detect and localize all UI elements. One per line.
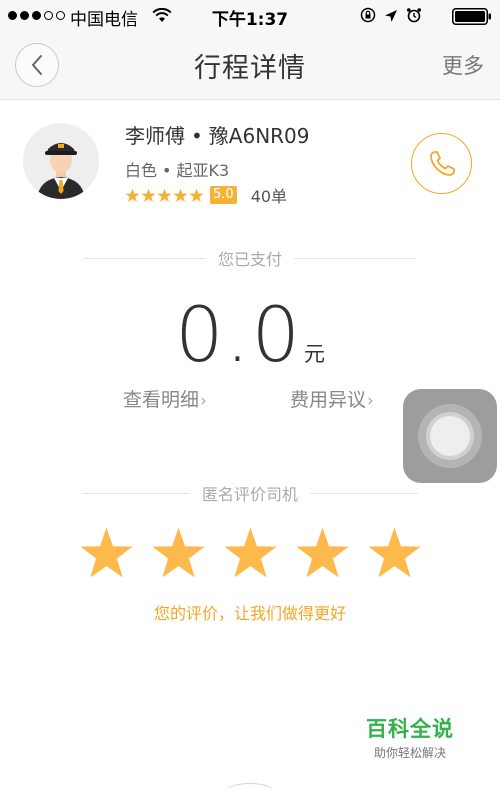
- star-icon: [141, 187, 156, 202]
- phone-icon: [429, 150, 455, 176]
- review-star-5-icon[interactable]: [367, 526, 422, 581]
- alarm-icon: [406, 7, 422, 27]
- review-star-4-icon[interactable]: [295, 526, 350, 581]
- star-icon: [173, 187, 188, 202]
- chevron-right-icon: ›: [367, 391, 374, 411]
- separator-dot: •: [162, 161, 172, 180]
- watermark-title: 百科全说: [366, 717, 454, 741]
- watermark-subtitle: 助你轻松解决: [373, 746, 446, 760]
- paid-divider: 您已支付: [84, 246, 417, 270]
- rotation-lock-icon: [360, 7, 376, 27]
- status-bar: 中国电信 下午1:37: [0, 0, 500, 32]
- status-time: 下午1:37: [211, 10, 289, 30]
- location-arrow-icon: [384, 8, 398, 27]
- driver-avatar: [23, 123, 99, 199]
- call-driver-button[interactable]: [411, 133, 472, 194]
- paid-amount: 0.0元: [0, 290, 500, 379]
- fee-dispute-link[interactable]: 费用异议›: [290, 385, 374, 412]
- star-icon: [125, 187, 140, 202]
- rating-score-badge: 5.0: [210, 186, 237, 204]
- driver-rating: 5.0 40单: [125, 183, 287, 207]
- driver-info: 李师傅 • 豫A6NR09: [125, 120, 310, 149]
- assistive-touch-button[interactable]: [403, 389, 497, 483]
- view-details-label: 查看明细: [123, 389, 200, 411]
- star-icon: [157, 187, 172, 202]
- license-plate: 豫A6NR09: [208, 124, 310, 148]
- review-star-1-icon[interactable]: [79, 526, 134, 581]
- review-label: 匿名评价司机: [202, 485, 299, 504]
- navigation-bar: 行程详情 更多: [0, 32, 500, 100]
- review-hint: 您的评价，让我们做得更好: [153, 604, 346, 623]
- separator-dot: •: [191, 124, 203, 148]
- review-star-2-icon[interactable]: [151, 526, 206, 581]
- watermark-logo: 百科全说 助你轻松解决: [366, 713, 454, 761]
- bottom-handle: [225, 783, 275, 789]
- amount-value: 0.0: [175, 290, 302, 379]
- more-button[interactable]: 更多: [442, 50, 484, 80]
- driver-name: 李师傅: [125, 124, 185, 148]
- page-title: 行程详情: [194, 53, 306, 84]
- car-color: 白色: [125, 161, 158, 180]
- car-info: 白色 • 起亚K3: [125, 157, 229, 181]
- rating-stars: [125, 187, 204, 203]
- star-icon: [189, 187, 204, 202]
- view-details-link[interactable]: 查看明细›: [123, 385, 207, 412]
- review-divider: 匿名评价司机: [82, 481, 419, 505]
- car-model: 起亚K3: [176, 161, 230, 180]
- order-count: 40单: [250, 187, 288, 206]
- fee-dispute-label: 费用异议: [290, 389, 367, 411]
- review-star-3-icon[interactable]: [223, 526, 278, 581]
- review-stars: [79, 526, 422, 581]
- battery-icon: [452, 8, 492, 29]
- amount-unit: 元: [303, 342, 325, 366]
- paid-label: 您已支付: [218, 250, 283, 269]
- chevron-right-icon: ›: [200, 391, 207, 411]
